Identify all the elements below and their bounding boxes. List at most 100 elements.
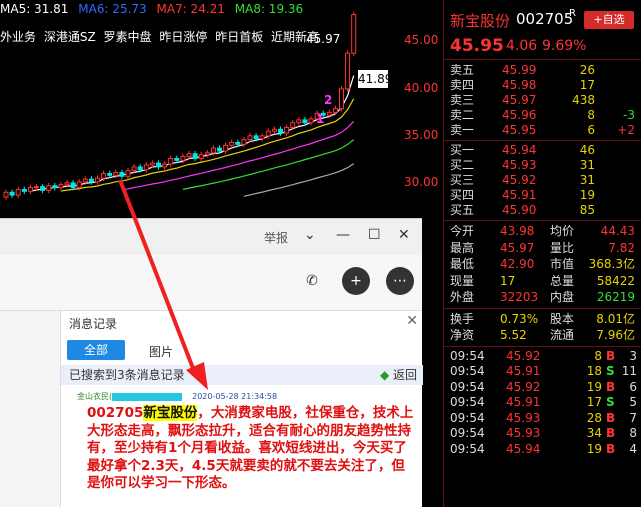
ask-row[interactable]: 卖二 45.96 8 -3 — [444, 108, 641, 123]
tick-volume: 19 — [586, 379, 602, 394]
chat-toolbar: ✆ + ⋯ — [0, 255, 422, 311]
report-button[interactable]: 举报 — [264, 229, 288, 246]
candle-body — [308, 118, 314, 124]
stat-value: 0.73% — [500, 311, 539, 326]
close-icon[interactable]: ✕ — [406, 313, 418, 329]
tick-price: 45.92 — [506, 379, 541, 394]
candle-body — [107, 172, 113, 176]
candle-body — [88, 178, 94, 183]
chevron-down-icon[interactable]: ⌄ — [304, 227, 316, 243]
history-title: 消息记录 — [69, 317, 118, 331]
bid-row[interactable]: 买二 45.93 31 — [444, 158, 641, 173]
candle-body — [204, 152, 210, 156]
divider — [444, 345, 641, 347]
candle-body — [143, 164, 149, 171]
tick-row[interactable]: 09:54 45.93 28 B 7 — [444, 411, 641, 427]
candle-body — [113, 172, 119, 176]
stat-value: 58422 — [596, 273, 635, 288]
stat-value: 7.96亿 — [596, 328, 635, 342]
ask-row[interactable]: 卖五 45.99 26 — [444, 63, 641, 78]
message-stock-name: 新宝股份 — [143, 405, 198, 421]
price-axis-label: 45.00 — [404, 33, 439, 47]
bid-row[interactable]: 买一 45.94 46 — [444, 143, 641, 158]
maximize-icon[interactable]: ☐ — [368, 227, 381, 243]
candle-body — [40, 186, 46, 191]
stat-label: 最低 — [450, 257, 475, 271]
tab-all[interactable]: 全部 — [67, 340, 125, 360]
candle-body — [217, 147, 222, 152]
tick-price: 45.93 — [506, 410, 541, 425]
candle-body — [180, 156, 186, 161]
tick-price: 45.93 — [506, 426, 541, 440]
bid-row[interactable]: 买五 45.90 85 — [444, 203, 641, 218]
tick-count: 8 — [629, 426, 637, 440]
phone-icon[interactable]: ✆ — [298, 267, 326, 295]
candle-body — [82, 178, 88, 183]
wave-mark: 2 — [324, 93, 333, 107]
ask-row[interactable]: 卖一 45.95 6 +2 — [444, 123, 641, 138]
candle-body — [15, 188, 21, 196]
close-icon[interactable]: ✕ — [398, 227, 410, 243]
ask-row[interactable]: 卖三 45.97 438 — [444, 93, 641, 108]
stat-label: 最高 — [450, 240, 475, 255]
candle-body — [95, 177, 100, 183]
candle-body — [101, 172, 107, 179]
candle-body — [58, 184, 64, 189]
ask-volume: 17 — [579, 78, 595, 92]
candle-body — [64, 182, 70, 186]
stat-label: 股本 — [550, 311, 575, 326]
ask-row[interactable]: 卖四 45.98 17 — [444, 78, 641, 93]
candle-body — [259, 135, 265, 140]
stat-value: 45.97 — [500, 240, 535, 255]
tick-count: 7 — [629, 410, 637, 425]
add-member-icon[interactable]: + — [342, 267, 370, 295]
more-icon[interactable]: ⋯ — [386, 267, 414, 295]
tab-pictures[interactable]: 图片 — [149, 343, 173, 360]
ma-line — [30, 75, 355, 192]
candle-body — [198, 154, 204, 159]
tick-row[interactable]: 09:54 45.91 17 S 5 — [444, 395, 641, 411]
tick-row[interactable]: 09:54 45.94 19 B 4 — [444, 442, 641, 458]
tick-row[interactable]: 09:54 45.91 18 S 11 — [444, 364, 641, 380]
tick-time: 09:54 — [450, 348, 485, 363]
price-axis-label: 40.00 — [404, 81, 439, 95]
tick-volume: 19 — [586, 441, 602, 456]
stat-label: 净资 — [450, 328, 475, 342]
found-count-text: 已搜索到3条消息记录 — [69, 368, 185, 382]
bid-row[interactable]: 买四 45.91 19 — [444, 188, 641, 203]
bid-row[interactable]: 买三 45.92 31 — [444, 173, 641, 188]
tick-direction: B — [606, 379, 616, 394]
back-button[interactable]: ◆ 返回 — [380, 365, 417, 385]
tick-list[interactable]: 09:54 45.92 8 B 3 09:54 45.91 18 S 11 09:54 45.92 19… — [444, 349, 641, 458]
minimize-icon[interactable]: — — [336, 227, 350, 243]
bid-book: 买一 45.94 46 买二 45.93 31 买三 45.92 31 买四 45.91 19 买五 45… — [444, 143, 641, 218]
bid-price: 45.91 — [502, 188, 537, 202]
candle-body — [3, 191, 9, 198]
chat-titlebar: 举报 ⌄ — ☐ ✕ — [0, 219, 422, 255]
bid-label: 买二 — [450, 158, 475, 172]
tick-direction: S — [606, 364, 615, 378]
candle-body — [137, 166, 143, 171]
tick-count: 4 — [629, 441, 637, 456]
tick-direction: B — [606, 410, 616, 425]
quote-summary: 45.95 4.06 9.69% — [444, 34, 641, 60]
candle-body — [168, 157, 174, 165]
candle-body — [174, 157, 180, 161]
tick-row[interactable]: 09:54 45.92 8 B 3 — [444, 349, 641, 365]
message-history-panel: 消息记录 ✕ 全部 图片 已搜索到3条消息记录 ◆ 返回 金山衣民(2020-0… — [60, 311, 423, 507]
sender-name: 金山衣民( — [77, 392, 113, 401]
candle-body — [9, 191, 15, 196]
tick-price: 45.91 — [506, 364, 541, 378]
tick-row[interactable]: 09:54 45.92 19 B 6 — [444, 380, 641, 396]
tick-row[interactable]: 09:54 45.93 34 B 8 — [444, 426, 641, 442]
add-watchlist-button[interactable]: +自选 — [584, 11, 634, 29]
candle-body — [186, 153, 192, 158]
stats-table: 今开 43.98 均价 44.43 最高 45.97 量比 7.82 最低 42.90 市值 368.… — [444, 223, 641, 306]
candle-body — [46, 185, 52, 191]
stat-row: 今开 43.98 均价 44.43 — [444, 223, 641, 240]
stat-value: 8.01亿 — [596, 311, 635, 326]
ask-label: 卖二 — [450, 108, 475, 122]
candle-body — [247, 135, 253, 141]
tick-count: 6 — [629, 379, 637, 394]
ask-book: 卖五 45.99 26 卖四 45.98 17 卖三 45.97 438 卖二 45.96 8 -3 卖一… — [444, 60, 641, 138]
